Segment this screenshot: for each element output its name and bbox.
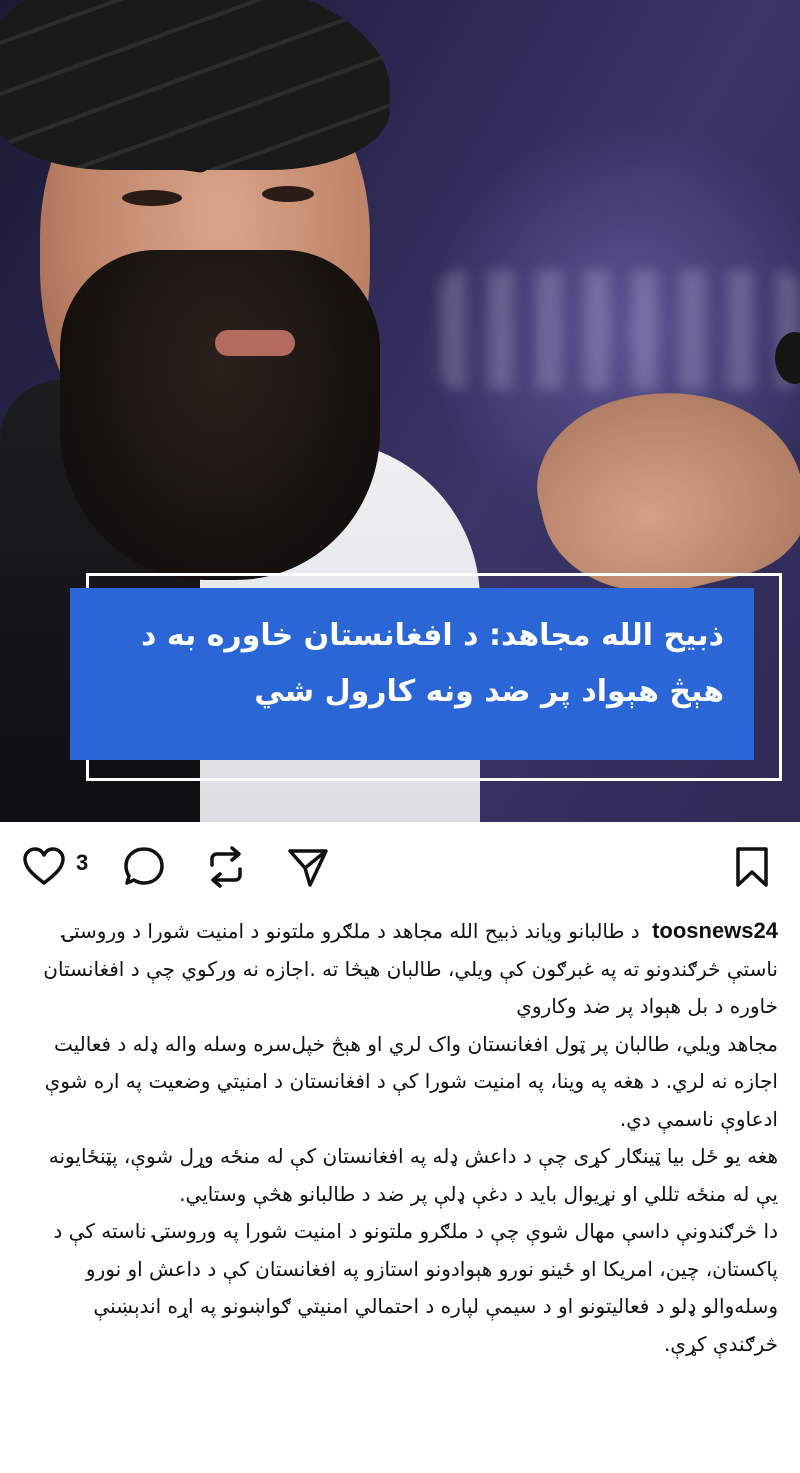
heart-icon (23, 847, 65, 885)
post-image[interactable]: ذبیح الله مجاهد: د افغانستان خاوره به د … (0, 0, 800, 822)
right-eye (262, 186, 314, 202)
person-lips (215, 330, 295, 356)
blurred-background-text (440, 270, 800, 390)
caption-paragraph: مجاهد ویلي، طالبان پر ټول افغانستان واک … (44, 1031, 778, 1131)
instagram-post: ذبیح الله مجاهد: د افغانستان خاوره به د … (0, 0, 800, 1473)
comment-icon (124, 847, 164, 885)
username-link[interactable]: toosnews24 (652, 912, 778, 950)
like-count[interactable]: 3 (76, 850, 88, 876)
caption-first-paragraph: toosnews24 د طالبانو وياند ذبیح الله مجا… (32, 912, 778, 1026)
bookmark-icon (736, 847, 768, 887)
share-icon (288, 849, 328, 887)
action-bar: 3 (0, 838, 800, 896)
repost-button[interactable] (200, 838, 252, 896)
repost-icon (210, 846, 242, 888)
person-turban (0, 0, 390, 170)
like-button[interactable] (18, 838, 70, 896)
share-button[interactable] (282, 838, 334, 896)
save-button[interactable] (726, 838, 778, 896)
caption-paragraph: دا څرګندونې داسې مهال شوې چې د ملګرو ملت… (53, 1219, 778, 1356)
post-caption: toosnews24 د طالبانو وياند ذبیح الله مجا… (32, 912, 778, 1363)
person-beard (60, 250, 380, 580)
comment-button[interactable] (118, 838, 170, 896)
caption-paragraph: هغه یو ځل بیا ټینګار کړی چې د داعش ډله پ… (48, 1144, 778, 1206)
overlay-headline: ذبیح الله مجاهد: د افغانستان خاوره به د … (70, 588, 754, 760)
left-eye (122, 190, 182, 206)
